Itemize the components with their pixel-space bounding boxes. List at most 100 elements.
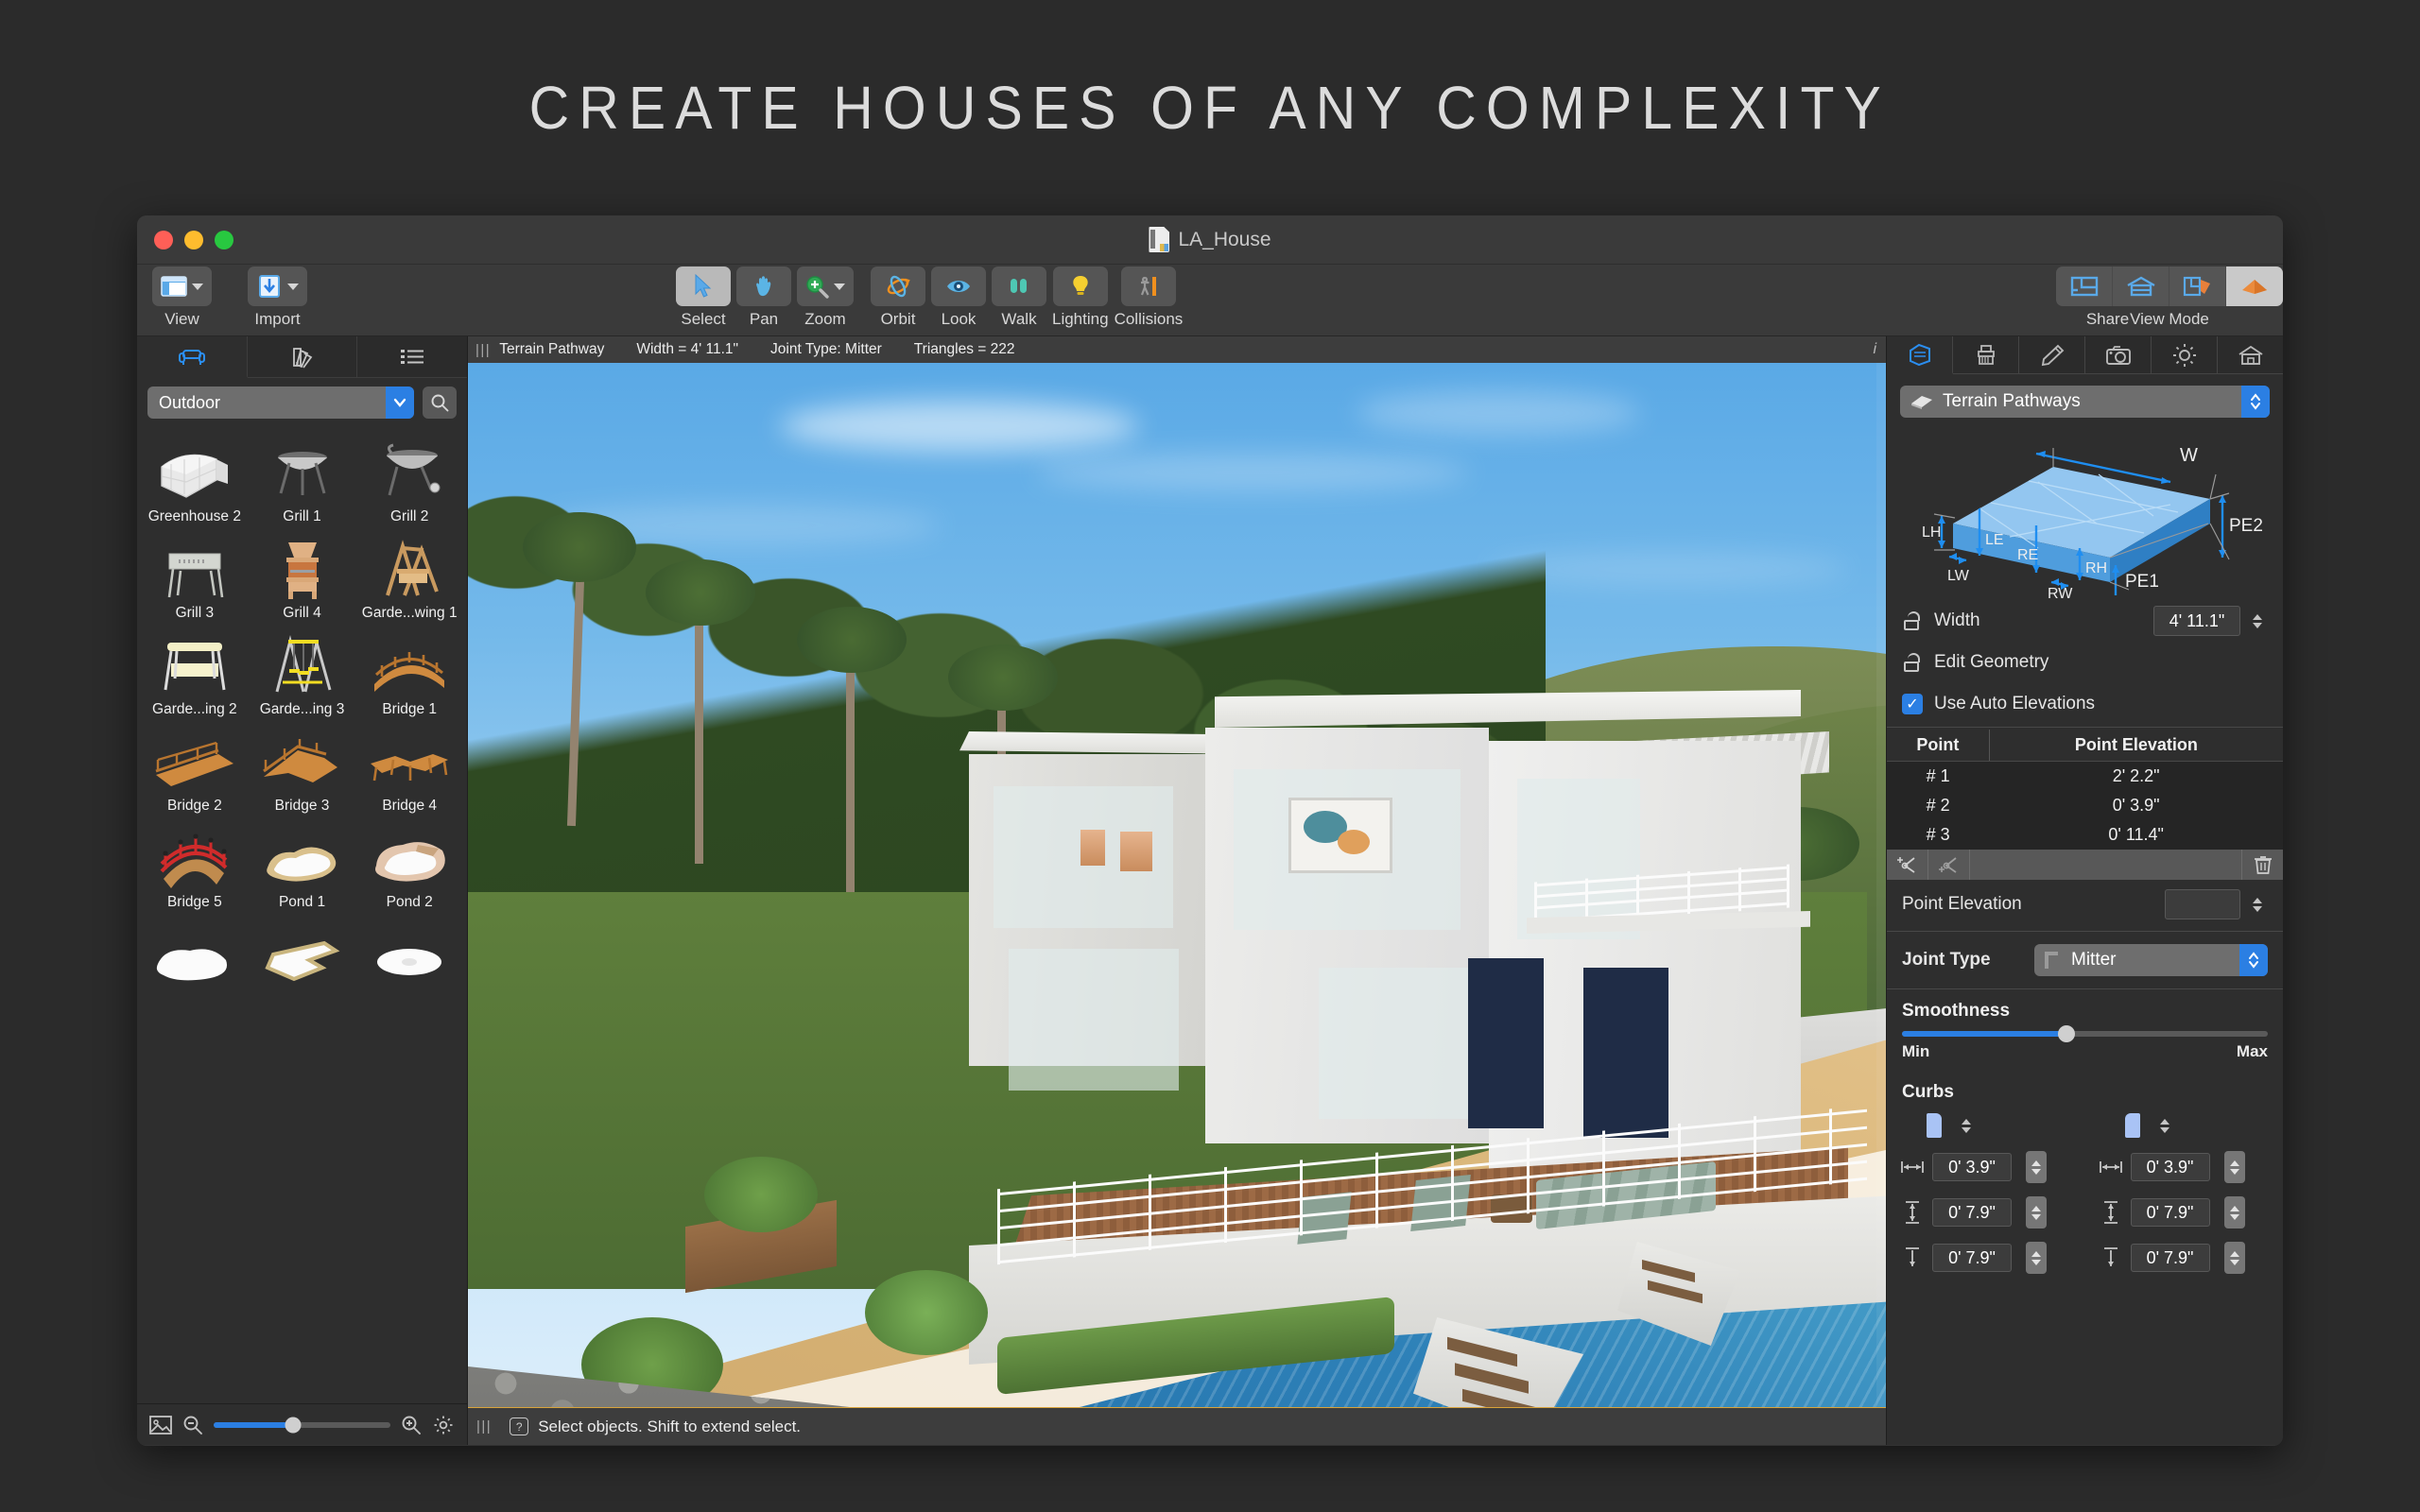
library-item[interactable]: Garde...ing 2 <box>143 627 247 718</box>
curb-left-profile-stepper[interactable] <box>1956 1109 1977 1142</box>
library-item[interactable]: Bridge 3 <box>251 724 354 815</box>
library-item[interactable] <box>251 917 354 990</box>
inspector-tab-materials[interactable] <box>1953 336 2019 374</box>
tool-pan[interactable]: Pan <box>736 266 791 329</box>
view-mode-item[interactable]: View Mode <box>2056 266 2283 329</box>
toolbar-import-item[interactable]: Import <box>248 266 307 329</box>
tool-select[interactable]: Select <box>676 266 731 329</box>
curb-right-depth-stepper[interactable] <box>2223 1242 2245 1274</box>
look-button[interactable] <box>931 266 986 306</box>
select-button[interactable] <box>676 266 731 306</box>
view-mode-elevation[interactable] <box>2113 266 2169 306</box>
library-item[interactable]: Bridge 2 <box>143 724 247 815</box>
slider-knob[interactable] <box>2058 1025 2076 1042</box>
tool-lighting[interactable]: Lighting <box>1052 266 1109 329</box>
library-item[interactable]: Pond 1 <box>251 820 354 911</box>
category-select[interactable]: Outdoor <box>147 387 414 419</box>
curb-right-width-stepper[interactable] <box>2223 1151 2245 1183</box>
table-row[interactable]: # 3 0' 11.4" <box>1887 820 2283 850</box>
drag-grip-icon[interactable]: ||| <box>476 1418 492 1435</box>
width-stepper[interactable] <box>2247 605 2268 637</box>
slider-knob[interactable] <box>285 1417 302 1433</box>
walk-button[interactable] <box>992 266 1046 306</box>
library-tab-objects[interactable] <box>137 336 248 378</box>
unlocked-icon[interactable] <box>1902 611 1923 630</box>
import-button[interactable] <box>248 266 307 306</box>
use-auto-elevations-row[interactable]: ✓ Use Auto Elevations <box>1887 683 2283 725</box>
magnifier-plus-icon[interactable] <box>401 1415 422 1435</box>
tool-collisions[interactable]: Collisions <box>1115 266 1183 329</box>
inspector-tab-lighting[interactable] <box>2152 336 2218 374</box>
library-item[interactable]: Pond 2 <box>357 820 461 911</box>
curb-left-width-stepper[interactable] <box>2026 1151 2047 1183</box>
collisions-button[interactable] <box>1120 266 1176 306</box>
magnifier-minus-icon[interactable] <box>182 1415 203 1435</box>
unlocked-icon[interactable] <box>1902 653 1923 672</box>
curb-right-height-input[interactable]: 0' 7.9" <box>2130 1198 2210 1227</box>
library-item[interactable]: Grill 3 <box>143 531 247 622</box>
library-zoom-slider[interactable] <box>214 1417 390 1433</box>
3d-viewport[interactable] <box>468 363 1886 1407</box>
library-item[interactable]: Grill 1 <box>251 435 354 525</box>
library-item[interactable] <box>357 917 461 990</box>
library-item[interactable]: Garde...wing 1 <box>357 531 461 622</box>
width-input[interactable]: 4' 11.1" <box>2153 606 2240 636</box>
library-item[interactable]: Bridge 4 <box>357 724 461 815</box>
curb-profile-right-icon[interactable] <box>2124 1113 2140 1138</box>
tool-orbit[interactable]: Orbit <box>871 266 925 329</box>
point-elevation-input[interactable] <box>2165 889 2240 919</box>
pan-button[interactable] <box>736 266 791 306</box>
library-item[interactable]: Grill 2 <box>357 435 461 525</box>
lighting-button[interactable] <box>1052 266 1108 306</box>
inspector-tab-camera[interactable] <box>2085 336 2152 374</box>
minimize-button[interactable] <box>184 230 203 249</box>
library-item[interactable]: Greenhouse 2 <box>143 435 247 525</box>
stepper-updown-icon[interactable] <box>2239 944 2268 976</box>
curb-left-depth-input[interactable]: 0' 7.9" <box>1932 1244 2012 1272</box>
curb-right-profile-row[interactable] <box>2099 1107 2271 1144</box>
drag-grip-icon[interactable]: ||| <box>475 342 491 358</box>
tool-look[interactable]: Look <box>931 266 986 329</box>
table-row[interactable]: # 1 2' 2.2" <box>1887 761 2283 791</box>
table-row[interactable]: # 2 0' 3.9" <box>1887 791 2283 820</box>
search-button[interactable] <box>423 387 457 419</box>
use-auto-elevations-checkbox[interactable]: ✓ <box>1902 694 1923 714</box>
inspector-tab-building[interactable] <box>2218 336 2283 374</box>
close-button[interactable] <box>154 230 173 249</box>
view-mode-floorplan-3d[interactable] <box>2169 266 2226 306</box>
viewport-scrollbar[interactable] <box>1876 363 1886 1407</box>
joint-type-select[interactable]: Mitter <box>2034 944 2268 976</box>
library-item[interactable]: Bridge 5 <box>143 820 247 911</box>
point-elevation-stepper[interactable] <box>2247 888 2268 920</box>
view-mode-floorplan-2d[interactable] <box>2056 266 2113 306</box>
edit-geometry-row[interactable]: Edit Geometry <box>1887 642 2283 683</box>
tool-zoom[interactable]: Zoom <box>797 266 854 329</box>
object-type-select[interactable]: Terrain Pathways <box>1900 386 2270 418</box>
curb-left-height-stepper[interactable] <box>2026 1196 2047 1228</box>
add-point-icon[interactable] <box>1887 850 1928 880</box>
view-button[interactable] <box>152 266 212 306</box>
curb-left-profile-row[interactable] <box>1900 1107 2072 1144</box>
curb-right-profile-stepper[interactable] <box>2154 1109 2175 1142</box>
stepper-updown-icon[interactable] <box>2241 386 2270 418</box>
library-item[interactable]: Garde...ing 3 <box>251 627 354 718</box>
inspector-tab-edit[interactable] <box>2019 336 2085 374</box>
library-tab-materials[interactable] <box>247 336 358 378</box>
library-item[interactable]: Grill 4 <box>251 531 354 622</box>
inspector-tab-properties[interactable] <box>1887 336 1953 374</box>
curb-left-depth-stepper[interactable] <box>2026 1242 2047 1274</box>
question-bubble-icon[interactable]: ? <box>510 1418 529 1435</box>
view-mode-render-3d[interactable] <box>2226 266 2283 306</box>
image-placeholder-icon[interactable] <box>149 1415 172 1435</box>
library-item[interactable]: Bridge 1 <box>357 627 461 718</box>
curb-left-width-input[interactable]: 0' 3.9" <box>1932 1153 2012 1181</box>
gear-icon[interactable] <box>432 1414 455 1436</box>
curb-profile-left-icon[interactable] <box>1927 1113 1942 1138</box>
orbit-button[interactable] <box>871 266 925 306</box>
curb-right-height-stepper[interactable] <box>2223 1196 2245 1228</box>
trash-icon[interactable] <box>2241 850 2283 880</box>
library-tab-list[interactable] <box>357 336 468 378</box>
view-mode-segmented[interactable] <box>2056 266 2283 306</box>
info-icon[interactable]: i <box>1873 341 1876 358</box>
chevron-down-icon[interactable] <box>386 387 414 419</box>
